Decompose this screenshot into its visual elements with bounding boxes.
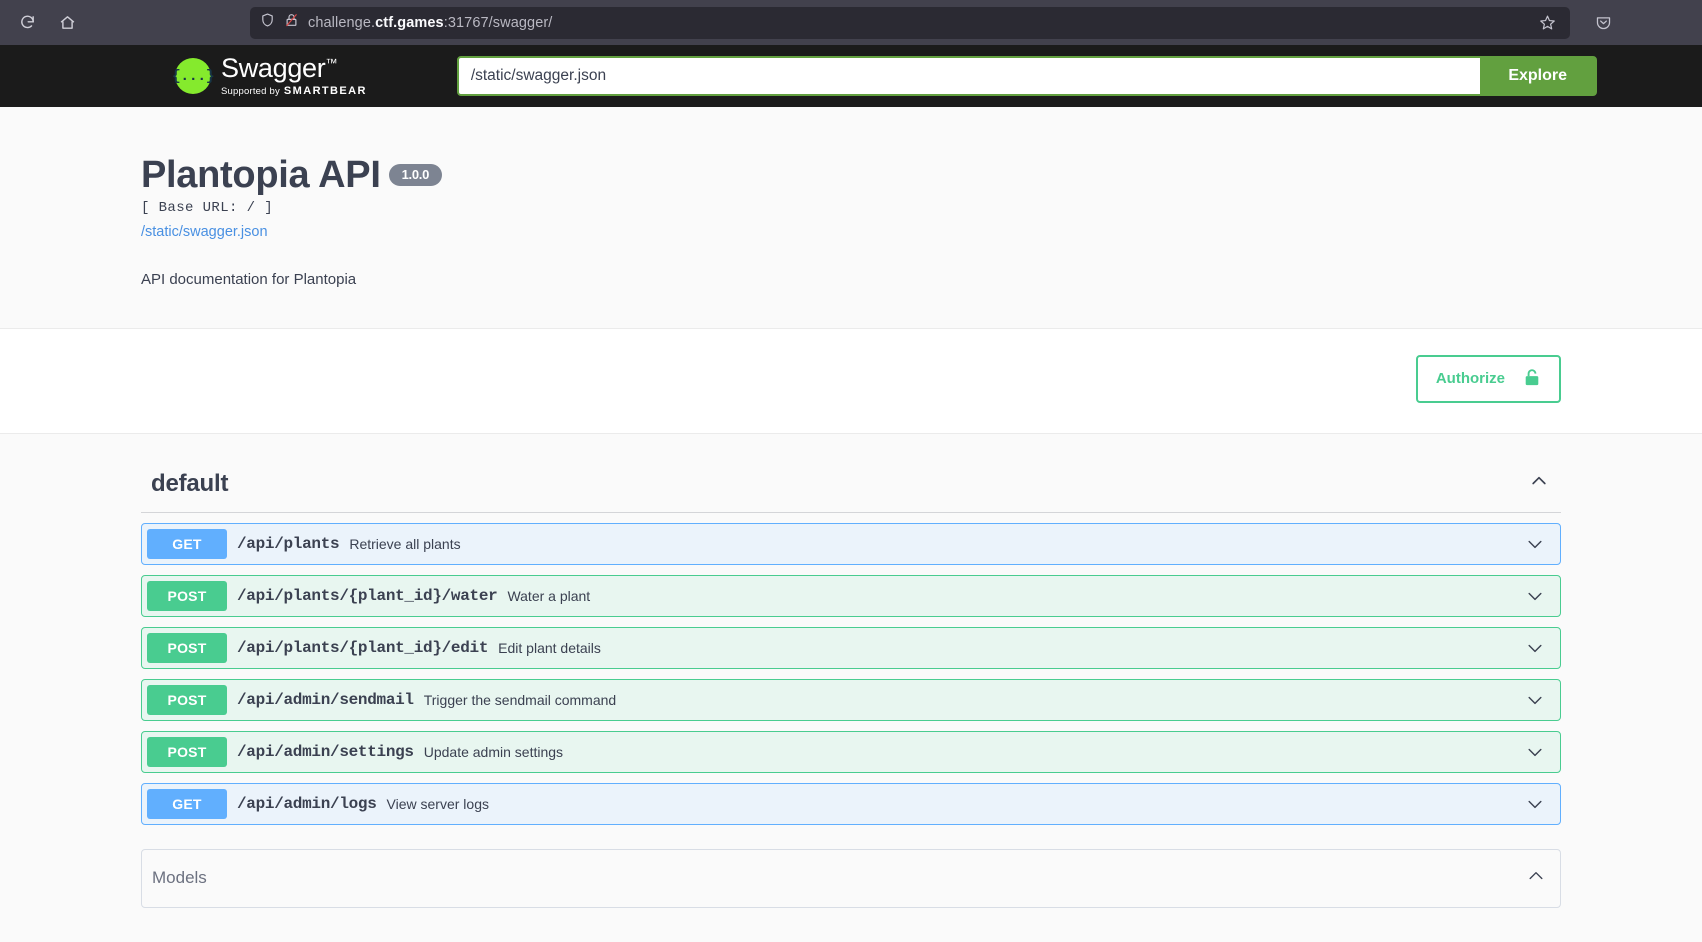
- operation-list: GET/api/plants Retrieve all plants POST/ap…: [141, 522, 1561, 825]
- authorize-band: Authorize: [0, 328, 1702, 434]
- spec-url-input[interactable]: [458, 58, 1481, 94]
- smartbear-label: SMARTBEAR: [283, 85, 367, 97]
- chevron-up-icon[interactable]: [1526, 866, 1546, 891]
- authorize-label: Authorize: [1435, 370, 1505, 388]
- operation-path: /api/admin/logs: [237, 794, 377, 813]
- pocket-icon[interactable]: [1588, 8, 1618, 38]
- page-title: Plantopia API 1.0.0: [141, 154, 443, 197]
- swagger-wordmark: Swagger™: [221, 53, 338, 83]
- http-method-badge: POST: [147, 684, 227, 715]
- tag-section-default[interactable]: default: [141, 456, 1561, 513]
- swagger-logo[interactable]: {...} Swagger™ Supported by SMARTBEAR: [172, 53, 367, 97]
- insecure-lock-icon[interactable]: [284, 12, 299, 33]
- chevron-down-icon[interactable]: [1525, 534, 1545, 554]
- operation-path: /api/plants/{plant_id}/edit: [237, 638, 489, 657]
- chevron-up-icon[interactable]: [1529, 471, 1549, 496]
- swagger-topbar: {...} Swagger™ Supported by SMARTBEAR Ex…: [0, 45, 1702, 107]
- swagger-braces-icon: {...}: [172, 58, 215, 94]
- browser-toolbar: challenge.ctf.games:31767/swagger/: [0, 0, 1702, 45]
- chevron-down-icon[interactable]: [1525, 638, 1545, 658]
- operation-summary: Trigger the sendmail command: [423, 691, 617, 708]
- reload-button[interactable]: [10, 6, 44, 40]
- url-text[interactable]: challenge.ctf.games:31767/swagger/: [308, 15, 1525, 31]
- operation-row[interactable]: GET/api/plants Retrieve all plants: [141, 522, 1561, 565]
- operation-summary: Retrieve all plants: [349, 535, 461, 552]
- operation-row[interactable]: POST/api/admin/settings Update admin sett…: [141, 730, 1561, 773]
- operation-summary: Edit plant details: [498, 639, 601, 656]
- operation-row[interactable]: POST/api/plants/{plant_id}/edit Edit plan…: [141, 626, 1561, 669]
- operation-summary: View server logs: [386, 795, 489, 812]
- operations-area: default GET/api/plants Retrieve all plant…: [0, 433, 1702, 908]
- chevron-down-icon[interactable]: [1525, 794, 1545, 814]
- tag-name: default: [151, 469, 229, 497]
- chevron-down-icon[interactable]: [1525, 586, 1545, 606]
- http-method-badge: POST: [147, 632, 227, 663]
- operation-row[interactable]: POST/api/plants/{plant_id}/water Water a …: [141, 574, 1561, 617]
- http-method-badge: POST: [147, 736, 227, 767]
- authorize-button[interactable]: Authorize: [1415, 354, 1561, 403]
- operation-path: /api/admin/sendmail: [237, 690, 414, 709]
- operation-row[interactable]: POST/api/admin/sendmail Trigger the sendm…: [141, 678, 1561, 721]
- http-method-badge: GET: [147, 788, 227, 819]
- shield-icon[interactable]: [260, 12, 275, 33]
- operation-row[interactable]: GET/api/admin/logs View server logs: [141, 782, 1561, 825]
- api-info-block: Plantopia API 1.0.0 [ Base URL: / ] /stat…: [0, 107, 1702, 329]
- base-url-text: [ Base URL: / ]: [141, 199, 274, 216]
- version-badge: 1.0.0: [388, 164, 443, 187]
- http-method-badge: GET: [147, 528, 227, 559]
- unlocked-padlock-icon: [1523, 367, 1541, 391]
- address-bar[interactable]: challenge.ctf.games:31767/swagger/: [250, 6, 1570, 39]
- operation-summary: Water a plant: [507, 587, 591, 604]
- supported-by-label: Supported by: [221, 86, 280, 97]
- models-title: Models: [152, 868, 207, 888]
- api-description: API documentation for Plantopia: [141, 270, 357, 288]
- chevron-down-icon[interactable]: [1525, 742, 1545, 762]
- star-icon[interactable]: [1534, 10, 1560, 36]
- explore-button[interactable]: Explore: [1480, 58, 1595, 94]
- operation-summary: Update admin settings: [423, 743, 564, 760]
- home-button[interactable]: [50, 6, 84, 40]
- spec-url-form: Explore: [456, 56, 1597, 96]
- spec-link[interactable]: /static/swagger.json: [141, 224, 268, 240]
- http-method-badge: POST: [147, 580, 227, 611]
- models-section[interactable]: Models: [141, 848, 1561, 908]
- chevron-down-icon[interactable]: [1525, 690, 1545, 710]
- trademark-mark: ™: [325, 56, 338, 70]
- operation-path: /api/plants/{plant_id}/water: [237, 586, 498, 605]
- operation-path: /api/plants: [237, 534, 340, 553]
- operation-path: /api/admin/settings: [237, 742, 414, 761]
